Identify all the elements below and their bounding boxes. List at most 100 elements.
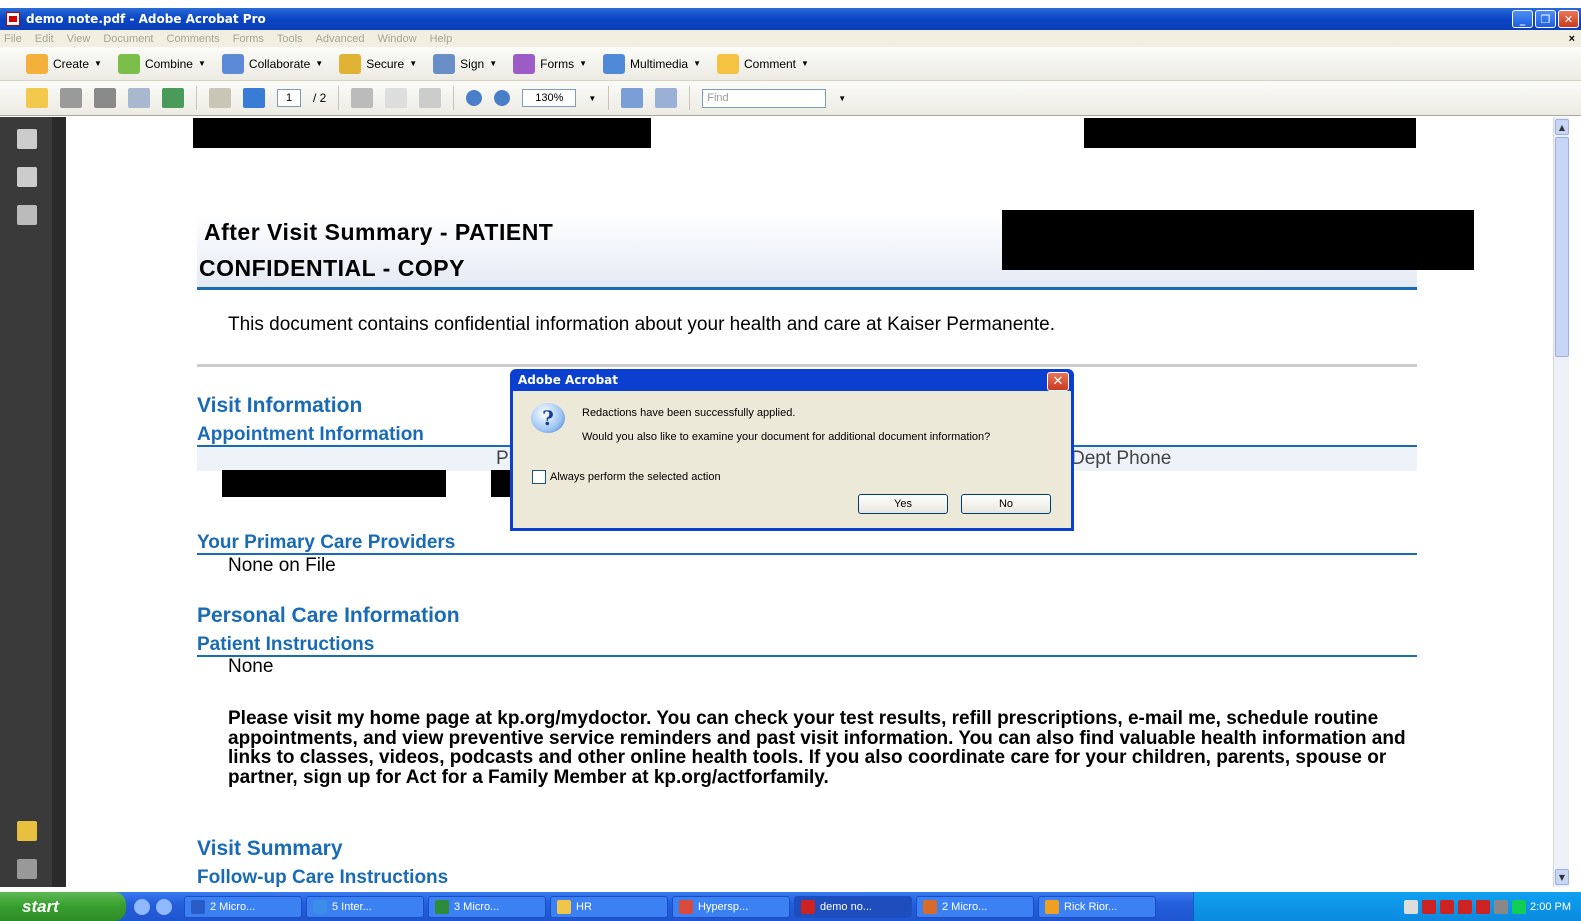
no-button[interactable]: No <box>961 494 1051 514</box>
page-number-input[interactable]: 1 <box>277 89 301 107</box>
menu-help[interactable]: Help <box>430 33 453 45</box>
kp-paragraph: Please visit my home page at kp.org/mydo… <box>228 708 1406 788</box>
collaborate-button[interactable]: Collaborate ▼ <box>221 53 327 74</box>
document-title: After Visit Summary - PATIENT <box>204 219 554 245</box>
dialog-title: Adobe Acrobat <box>518 373 619 387</box>
redaction-box <box>1084 118 1416 148</box>
section-divider <box>197 655 1417 657</box>
scroll-thumb[interactable] <box>1555 137 1569 357</box>
combine-icon <box>117 53 140 74</box>
next-page-icon[interactable] <box>243 88 265 108</box>
menu-advanced[interactable]: Advanced <box>316 33 365 45</box>
forms-button[interactable]: Forms ▼ <box>513 53 591 74</box>
taskbar-item-word[interactable]: 2 Micro... <box>184 895 302 918</box>
taskbar-item-ie[interactable]: 5 Inter... <box>306 895 424 918</box>
acrobat-tray-icon[interactable] <box>1440 899 1455 914</box>
close-document-icon[interactable]: × <box>1569 33 1575 45</box>
menu-document[interactable]: Document <box>103 33 153 45</box>
combine-button[interactable]: Combine ▼ <box>117 53 210 74</box>
zoom-tool-icon[interactable] <box>419 88 442 108</box>
multimedia-icon <box>603 53 626 74</box>
taskbar-item-folder[interactable]: HR <box>550 895 668 918</box>
section-personal-care-information: Personal Care Information <box>197 604 460 627</box>
browser-icon[interactable] <box>156 898 172 915</box>
network-icon[interactable] <box>1494 899 1509 914</box>
menu-file[interactable]: File <box>4 33 22 45</box>
comment-button[interactable]: Comment ▼ <box>716 53 813 74</box>
system-tray: 2:00 PM <box>1193 892 1581 921</box>
menu-view[interactable]: View <box>67 33 91 45</box>
fit-page-icon[interactable] <box>655 88 678 108</box>
save-icon[interactable] <box>94 88 116 108</box>
section-patient-instructions: Patient Instructions <box>197 634 375 655</box>
acrobat-tray-icon[interactable] <box>1422 899 1437 914</box>
sign-button[interactable]: Sign ▼ <box>433 53 501 74</box>
dialog-body: ? Redactions have been successfully appl… <box>513 391 1071 528</box>
comments-icon[interactable] <box>17 821 37 841</box>
print-icon[interactable] <box>60 88 82 108</box>
taskbar-item-powerpoint[interactable]: 2 Micro... <box>916 895 1034 918</box>
taskbar-item-contact[interactable]: Rick Rior... <box>1038 895 1156 918</box>
section-divider <box>197 553 1417 555</box>
zoom-in-icon[interactable] <box>494 90 511 106</box>
taskbar-item-hypersnap[interactable]: Hypersp... <box>672 895 790 918</box>
attachments-icon[interactable] <box>17 859 37 879</box>
section-visit-information: Visit Information <box>197 394 363 417</box>
close-button[interactable]: ✕ <box>1558 10 1579 28</box>
ie-icon[interactable] <box>134 898 150 915</box>
acrobat-tray-icon[interactable] <box>1458 899 1473 914</box>
always-perform-checkbox[interactable] <box>532 470 546 484</box>
instructions-value: None <box>228 656 274 677</box>
create-button[interactable]: Create ▼ <box>26 53 106 74</box>
dialog-close-button[interactable]: ✕ <box>1047 372 1069 391</box>
vertical-scrollbar[interactable]: ▲ ▼ <box>1553 117 1569 887</box>
menu-tools[interactable]: Tools <box>277 33 303 45</box>
bookmarks-icon[interactable] <box>17 167 37 187</box>
taskbar-item-acrobat[interactable]: demo no... <box>794 895 912 918</box>
pages-icon[interactable] <box>17 129 37 149</box>
find-input[interactable]: Find <box>702 88 827 108</box>
document-subtitle: CONFIDENTIAL - COPY <box>199 255 465 281</box>
volume-icon[interactable] <box>1512 899 1527 914</box>
comment-icon <box>716 53 739 74</box>
window-title: demo note.pdf - Adobe Acrobat Pro <box>26 12 266 26</box>
select-tool-icon[interactable] <box>351 88 374 108</box>
create-icon <box>26 53 48 74</box>
multimedia-button[interactable]: Multimedia ▼ <box>603 53 705 74</box>
clock: 2:00 PM <box>1530 900 1571 913</box>
zoom-level-select[interactable]: 130% <box>522 89 577 107</box>
dialog-message-2: Would you also like to examine your docu… <box>582 431 991 443</box>
start-button[interactable]: start <box>0 892 126 921</box>
hypersnap-icon <box>679 899 693 914</box>
ie-icon <box>313 899 327 914</box>
acrobat-icon <box>6 12 20 26</box>
always-perform-label: Always perform the selected action <box>550 471 721 483</box>
navigation-pane <box>0 117 52 887</box>
menu-window[interactable]: Window <box>377 33 416 45</box>
menu-bar: File Edit View Document Comments Forms T… <box>0 30 1581 47</box>
tasks-toolbar: Create ▼ Combine ▼ Collaborate ▼ Secure ▼ Si… <box>0 47 1581 81</box>
contact-icon <box>1045 899 1059 914</box>
email-icon[interactable] <box>128 88 150 108</box>
zoom-out-icon[interactable] <box>466 90 483 106</box>
secure-button[interactable]: Secure ▼ <box>339 53 421 74</box>
taskbar-item-excel[interactable]: 3 Micro... <box>428 895 546 918</box>
yes-button[interactable]: Yes <box>858 494 948 514</box>
web-icon[interactable] <box>162 88 184 108</box>
hand-tool-icon[interactable] <box>385 88 408 108</box>
help-icon[interactable] <box>1404 899 1419 914</box>
menu-edit[interactable]: Edit <box>35 33 54 45</box>
fit-width-icon[interactable] <box>621 88 644 108</box>
section-primary-care-providers: Your Primary Care Providers <box>197 532 456 553</box>
open-folder-icon[interactable] <box>26 88 48 108</box>
page-total: / 2 <box>313 91 327 105</box>
menu-forms[interactable]: Forms <box>233 33 264 45</box>
scroll-down-icon[interactable]: ▼ <box>1555 869 1569 885</box>
scroll-up-icon[interactable]: ▲ <box>1555 119 1569 135</box>
signatures-icon[interactable] <box>17 205 37 225</box>
acrobat-tray-icon[interactable] <box>1476 899 1491 914</box>
previous-page-icon[interactable] <box>209 88 231 108</box>
minimize-button[interactable]: _ <box>1512 10 1533 28</box>
restore-button[interactable]: ❐ <box>1535 10 1556 28</box>
menu-comments[interactable]: Comments <box>167 33 220 45</box>
